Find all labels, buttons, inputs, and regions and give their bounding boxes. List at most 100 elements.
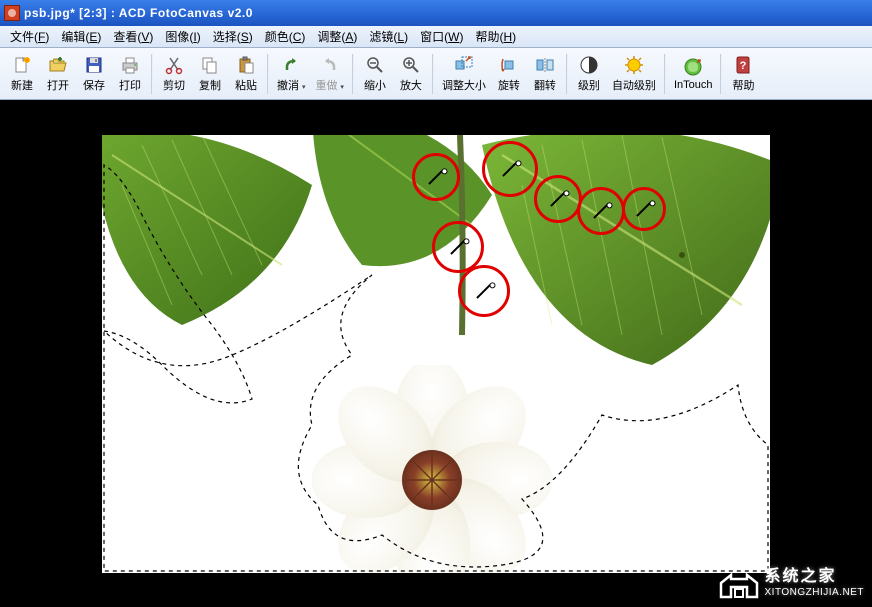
menu-e[interactable]: 编辑(E): [55, 26, 107, 47]
rotate-label: 旋转: [498, 77, 520, 93]
menu-f[interactable]: 文件(F): [4, 26, 55, 47]
svg-text:?: ?: [740, 60, 747, 72]
help-button[interactable]: ? 帮助: [726, 51, 760, 97]
zoomin-icon: [401, 55, 421, 75]
flower-image: [312, 365, 552, 573]
toolbar-separator: [432, 54, 434, 94]
canvas-area: 系统之家 XITONGZHIJIA.NET: [0, 100, 872, 607]
annotation-circle: [534, 175, 582, 223]
watermark-logo-icon: [717, 565, 759, 601]
flip-label: 翻转: [534, 77, 556, 93]
redo-button: 重做 ▾: [311, 51, 347, 97]
resize-button[interactable]: 调整大小: [438, 51, 490, 97]
annotation-circle: [622, 187, 666, 231]
copy-icon: [200, 55, 220, 75]
intouch-label: InTouch: [674, 79, 713, 91]
undo-icon: [281, 55, 301, 75]
watermark-url: XITONGZHIJIA.NET: [765, 587, 865, 599]
redo-label: 重做 ▾: [315, 77, 343, 93]
magic-wand-cursor-icon: [476, 283, 492, 299]
toolbar-separator: [267, 54, 269, 94]
intouch-icon: [683, 57, 703, 77]
magic-wand-cursor-icon: [428, 169, 444, 185]
annotation-circle: [577, 187, 625, 235]
zoomin-label: 放大: [400, 77, 422, 93]
copy-label: 复制: [199, 77, 221, 93]
print-label: 打印: [119, 77, 141, 93]
undo-label: 撤消 ▾: [277, 77, 305, 93]
cut-button[interactable]: 剪切: [157, 51, 191, 97]
rotate-icon: [499, 55, 519, 75]
menubar: 文件(F)编辑(E)查看(V)图像(I)选择(S)颜色(C)调整(A)滤镜(L)…: [0, 26, 872, 48]
help-icon: ?: [733, 55, 753, 75]
toolbar: 新建打开保存打印 剪切复制粘贴 撤消 ▾ 重做 ▾ 缩小放大 调整大小旋转翻转 级别自动级别…: [0, 48, 872, 100]
menu-c[interactable]: 颜色(C): [259, 26, 312, 47]
window-title: psb.jpg* [2:3] : ACD FotoCanvas v2.0: [24, 6, 868, 20]
menu-h[interactable]: 帮助(H): [469, 26, 522, 47]
zoomout-label: 缩小: [364, 77, 386, 93]
zoomin-button[interactable]: 放大: [394, 51, 428, 97]
open-label: 打开: [47, 77, 69, 93]
autolevels-icon: [624, 55, 644, 75]
menu-s[interactable]: 选择(S): [207, 26, 259, 47]
levels-icon: [579, 55, 599, 75]
levels-label: 级别: [578, 77, 600, 93]
new-icon: [12, 55, 32, 75]
image-canvas[interactable]: [102, 135, 770, 573]
magic-wand-cursor-icon: [450, 239, 466, 255]
annotation-circle: [482, 141, 538, 197]
copy-button[interactable]: 复制: [193, 51, 227, 97]
zoomout-icon: [365, 55, 385, 75]
annotation-circle: [432, 221, 484, 273]
magic-wand-cursor-icon: [502, 161, 518, 177]
open-icon: [48, 55, 68, 75]
new-label: 新建: [11, 77, 33, 93]
toolbar-separator: [720, 54, 722, 94]
redo-icon: [320, 55, 340, 75]
menu-l[interactable]: 滤镜(L): [363, 26, 414, 47]
flip-icon: [535, 55, 555, 75]
intouch-button[interactable]: InTouch: [670, 51, 717, 97]
resize-icon: [454, 55, 474, 75]
new-button[interactable]: 新建: [5, 51, 39, 97]
watermark: 系统之家 XITONGZHIJIA.NET: [717, 565, 865, 601]
app-icon: [4, 5, 20, 21]
magic-wand-cursor-icon: [636, 201, 652, 217]
levels-button[interactable]: 级别: [572, 51, 606, 97]
print-icon: [120, 55, 140, 75]
cut-icon: [164, 55, 184, 75]
toolbar-separator: [352, 54, 354, 94]
menu-a[interactable]: 调整(A): [311, 26, 363, 47]
paste-icon: [236, 55, 256, 75]
magic-wand-cursor-icon: [593, 203, 609, 219]
magic-wand-cursor-icon: [550, 191, 566, 207]
toolbar-separator: [151, 54, 153, 94]
annotation-circle: [458, 265, 510, 317]
paste-label: 粘贴: [235, 77, 257, 93]
resize-label: 调整大小: [442, 77, 486, 93]
undo-button[interactable]: 撤消 ▾: [273, 51, 309, 97]
autolevels-button[interactable]: 自动级别: [608, 51, 660, 97]
watermark-name: 系统之家: [765, 567, 865, 586]
print-button[interactable]: 打印: [113, 51, 147, 97]
save-label: 保存: [83, 77, 105, 93]
help-label: 帮助: [732, 77, 754, 93]
dropdown-arrow-icon: ▾: [338, 84, 343, 91]
dropdown-arrow-icon: ▾: [300, 84, 305, 91]
toolbar-separator: [566, 54, 568, 94]
zoomout-button[interactable]: 缩小: [358, 51, 392, 97]
cut-label: 剪切: [163, 77, 185, 93]
menu-v[interactable]: 查看(V): [107, 26, 159, 47]
save-button[interactable]: 保存: [77, 51, 111, 97]
annotation-circle: [412, 153, 460, 201]
save-icon: [84, 55, 104, 75]
rotate-button[interactable]: 旋转: [492, 51, 526, 97]
titlebar: psb.jpg* [2:3] : ACD FotoCanvas v2.0: [0, 0, 872, 26]
open-button[interactable]: 打开: [41, 51, 75, 97]
flip-button[interactable]: 翻转: [528, 51, 562, 97]
menu-i[interactable]: 图像(I): [159, 26, 206, 47]
paste-button[interactable]: 粘贴: [229, 51, 263, 97]
menu-w[interactable]: 窗口(W): [414, 26, 469, 47]
toolbar-separator: [664, 54, 666, 94]
autolevels-label: 自动级别: [612, 77, 656, 93]
